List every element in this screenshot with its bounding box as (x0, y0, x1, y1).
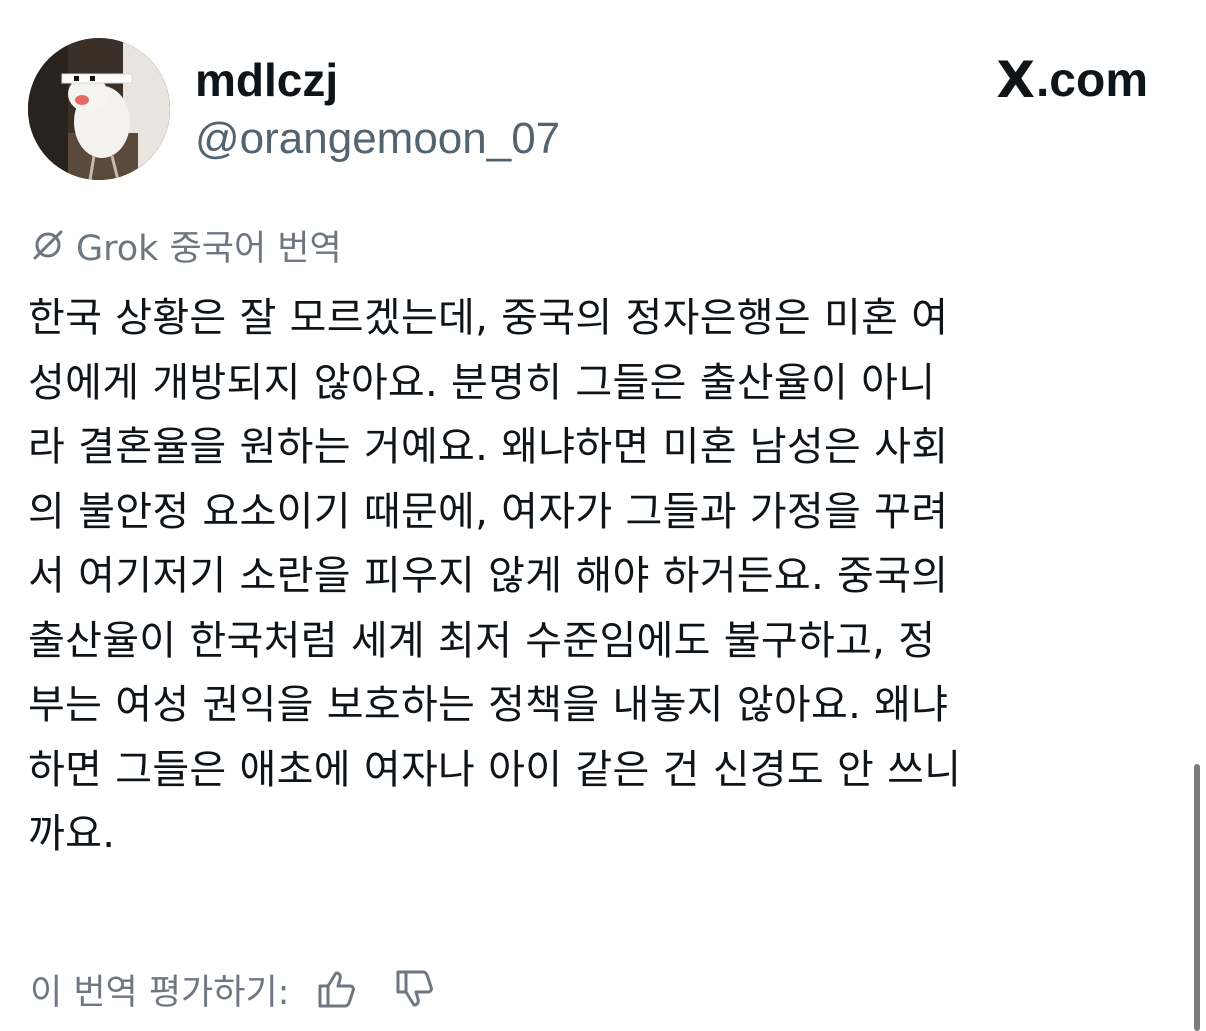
translation-label: Grok 중국어 번역 (30, 222, 342, 269)
scrollbar[interactable] (1194, 764, 1200, 1031)
thumbs-up-icon (318, 971, 356, 1008)
site-suffix: .com (1035, 53, 1148, 107)
site-label: X .com (996, 51, 1148, 109)
user-handle[interactable]: @orangemoon_07 (195, 112, 560, 166)
bird-avatar-icon (28, 38, 170, 180)
rating-label: 이 번역 평가하기: (30, 972, 290, 1013)
avatar[interactable] (28, 38, 170, 180)
grok-logo-icon (33, 230, 63, 260)
translated-post-text: 한국 상황은 잘 모르겠는데, 중국의 정자은행은 미혼 여 성에게 개방되지 … (28, 295, 962, 857)
display-name[interactable]: mdlczj (195, 52, 338, 108)
x-logo-icon: X (996, 51, 1035, 109)
thumbs-down-icon (396, 970, 434, 1007)
thumbs-down-button[interactable] (389, 963, 441, 1015)
thumbs-up-button[interactable] (311, 963, 363, 1015)
translation-rating: 이 번역 평가하기: (30, 962, 467, 1016)
translation-label-text: Grok 중국어 번역 (76, 228, 342, 269)
